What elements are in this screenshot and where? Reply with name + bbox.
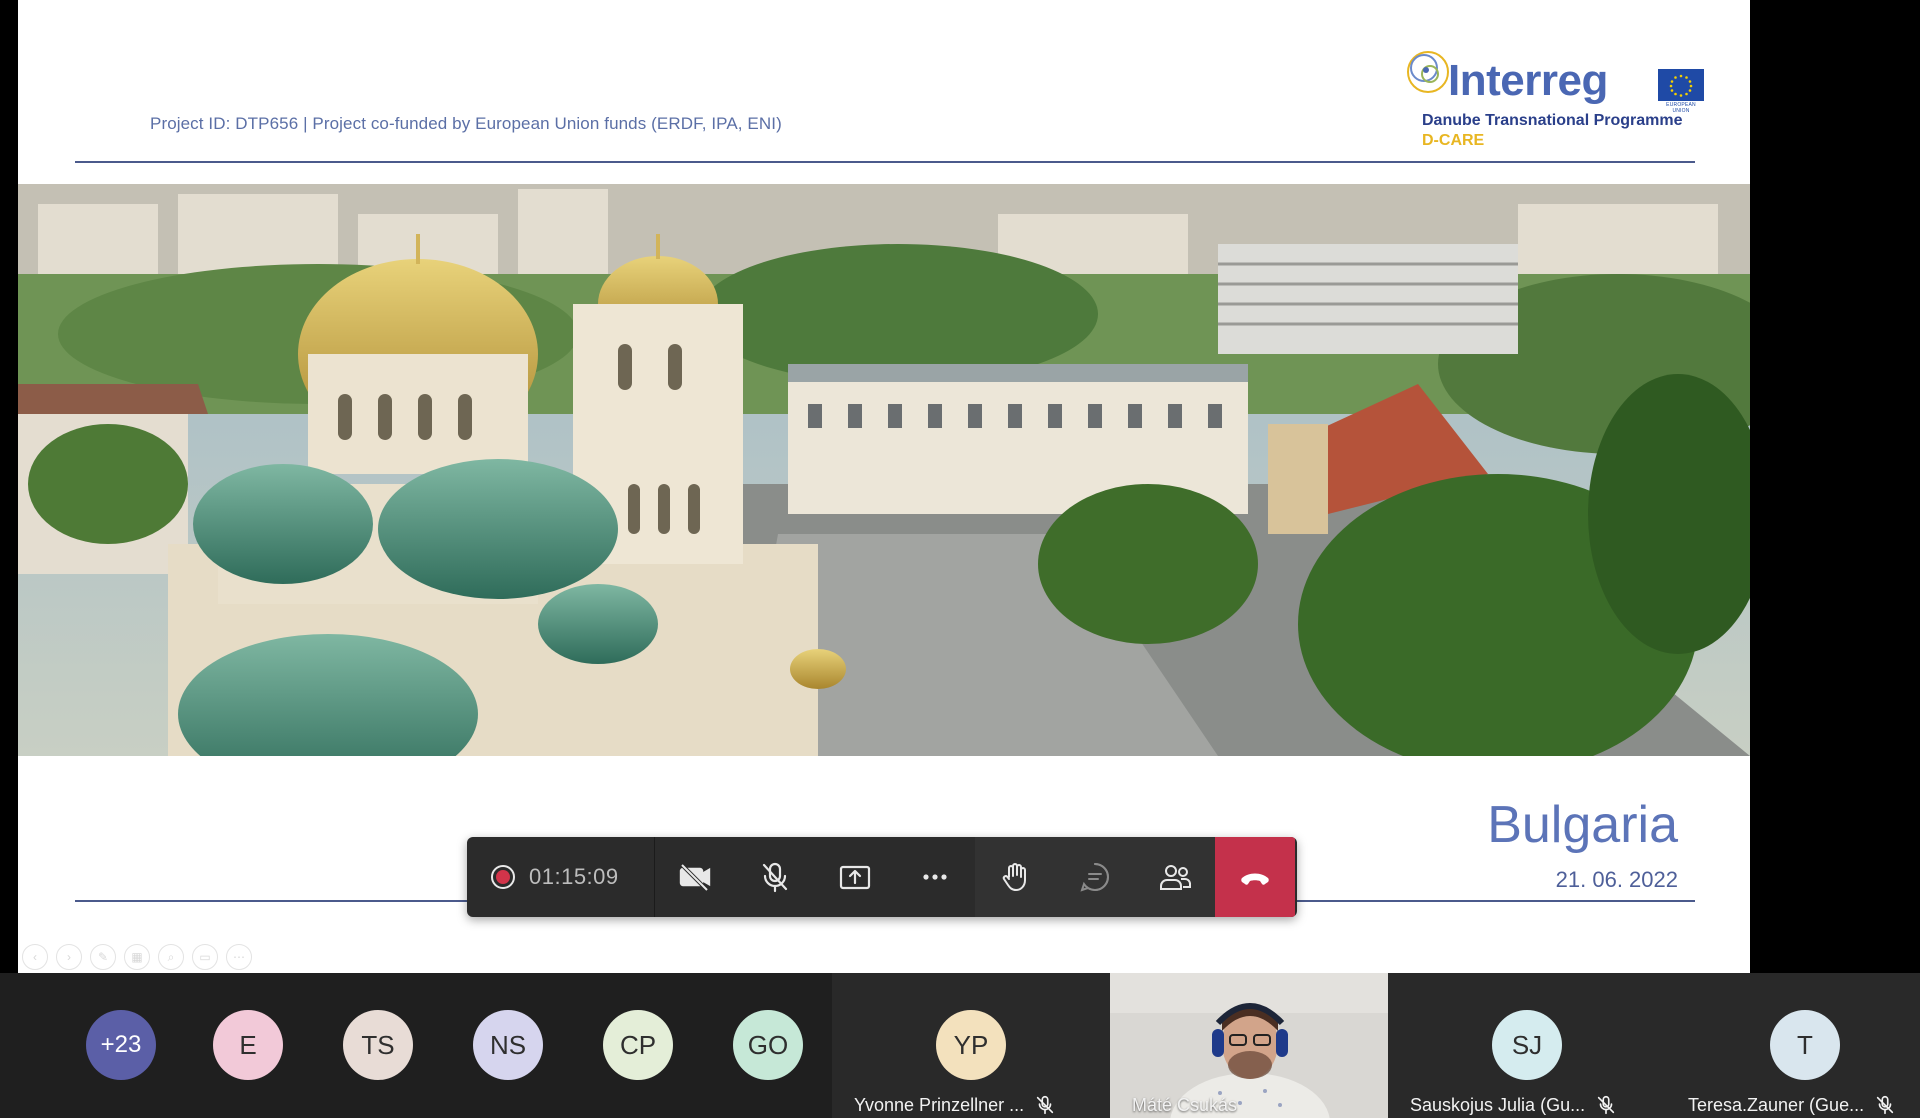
more-icon <box>923 874 947 880</box>
interreg-wordmark: Interreg <box>1448 56 1608 105</box>
hang-up-button[interactable] <box>1215 837 1295 917</box>
participant-name: Yvonne Prinzellner ... <box>854 1094 1025 1115</box>
participant-name-row: Máté Csukás <box>1132 1095 1237 1116</box>
more-actions-button[interactable] <box>895 837 975 917</box>
participant-avatar: SJ <box>1492 1010 1562 1080</box>
slides-grid-icon[interactable]: ▦ <box>124 944 150 970</box>
participant-tile[interactable]: YP Yvonne Prinzellner ... <box>832 973 1110 1118</box>
share-screen-button[interactable] <box>815 837 895 917</box>
participant-avatar[interactable]: GO <box>733 1010 803 1080</box>
slide-top-divider <box>75 161 1695 163</box>
shared-presentation-slide: Project ID: DTP656 | Project co-funded b… <box>18 0 1750 973</box>
participant-video-tile[interactable]: Máté Csukás <box>1110 973 1388 1118</box>
slide-navigation-tools: ‹ › ✎ ▦ ⌕ ▭ ⋯ <box>22 944 252 970</box>
participant-name-row: Sauskojus Julia (Gu... <box>1410 1094 1617 1116</box>
slide-title: Bulgaria <box>1487 796 1678 854</box>
zoom-icon[interactable]: ⌕ <box>158 944 184 970</box>
interreg-logo: Interreg EUROPEAN UNION Danube Transnati… <box>1402 44 1704 154</box>
participant-avatar[interactable]: TS <box>343 1010 413 1080</box>
participants-button[interactable] <box>1135 837 1215 917</box>
raise-hand-icon <box>1002 863 1026 891</box>
sofia-cathedral-photo <box>18 184 1750 756</box>
mic-off-icon <box>1876 1095 1894 1115</box>
participant-name: Máté Csukás <box>1132 1095 1238 1115</box>
participant-name: Teresa.Zauner (Gue... <box>1688 1094 1865 1115</box>
subtitles-icon[interactable]: ▭ <box>192 944 218 970</box>
camera-toggle-button[interactable] <box>655 837 735 917</box>
participant-name-row: Yvonne Prinzellner ... <box>854 1094 1056 1116</box>
mic-off-icon <box>1036 1095 1054 1115</box>
mic-toggle-button[interactable] <box>735 837 815 917</box>
participant-name: Sauskojus Julia (Gu... <box>1410 1094 1586 1115</box>
mic-off-icon <box>762 862 788 893</box>
call-timer-section: 01:15:09 <box>467 837 655 917</box>
next-slide-icon[interactable]: › <box>56 944 82 970</box>
camera-off-icon <box>679 863 711 892</box>
recording-icon <box>491 865 515 889</box>
programme-name: Danube Transnational Programme <box>1422 112 1683 129</box>
call-control-bar: 01:15:09 <box>467 837 1297 917</box>
overflow-participants-badge[interactable]: +23 <box>86 1010 156 1080</box>
share-screen-icon <box>839 865 871 890</box>
previous-slide-icon[interactable]: ‹ <box>22 944 48 970</box>
pen-icon[interactable]: ✎ <box>90 944 116 970</box>
participant-avatar: T <box>1770 1010 1840 1080</box>
participant-tile[interactable]: SJ Sauskojus Julia (Gu... <box>1388 973 1666 1118</box>
interreg-swirl-icon <box>1407 51 1449 93</box>
eu-flag-icon <box>1658 69 1704 101</box>
slide-date: 21. 06. 2022 <box>1555 867 1678 892</box>
people-icon <box>1160 865 1191 890</box>
participant-tile[interactable]: T Teresa.Zauner (Gue... <box>1666 973 1920 1118</box>
call-duration: 01:15:09 <box>529 864 619 889</box>
chat-button[interactable] <box>1055 837 1135 917</box>
raise-hand-button[interactable] <box>975 837 1055 917</box>
project-tag: D-CARE <box>1422 132 1485 149</box>
participant-avatar[interactable]: E <box>213 1010 283 1080</box>
slide-more-icon[interactable]: ⋯ <box>226 944 252 970</box>
participant-avatar[interactable]: NS <box>473 1010 543 1080</box>
participant-avatar: YP <box>936 1010 1006 1080</box>
mic-off-icon <box>1597 1095 1615 1115</box>
chat-icon <box>1080 863 1109 892</box>
hang-up-icon <box>1241 873 1269 885</box>
project-id-text: Project ID: DTP656 | Project co-funded b… <box>150 114 782 133</box>
participant-name-row: Teresa.Zauner (Gue... <box>1688 1094 1896 1116</box>
participant-avatar[interactable]: CP <box>603 1010 673 1080</box>
